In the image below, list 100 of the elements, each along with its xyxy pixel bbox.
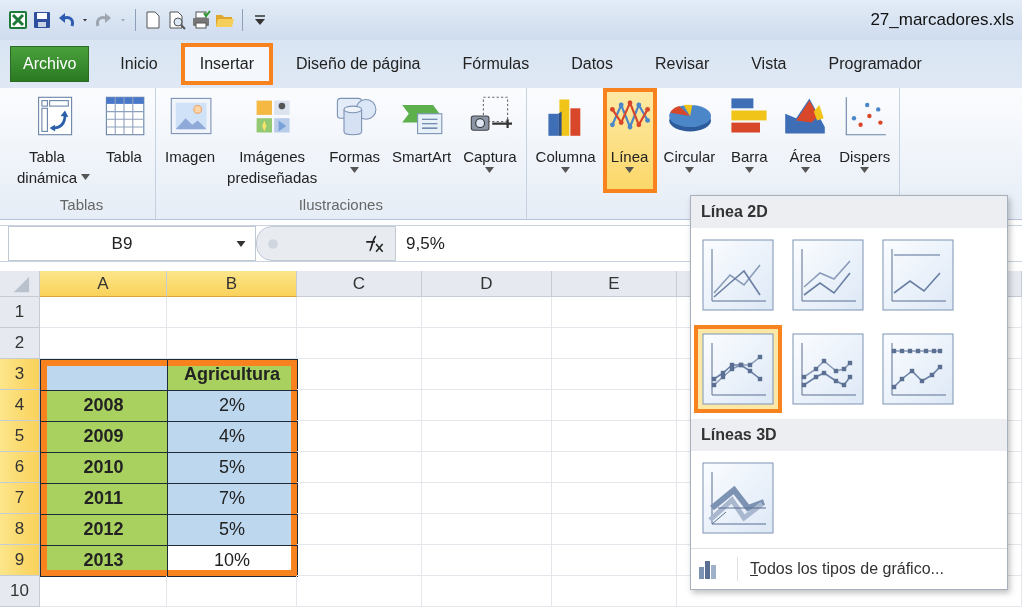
grid-cell[interactable]	[552, 297, 677, 328]
row-header[interactable]: 4	[0, 390, 40, 421]
table-cell: 2008	[39, 389, 168, 422]
ribbon-tab[interactable]: Datos	[552, 43, 632, 85]
ribbon-tab[interactable]: Inicio	[101, 43, 177, 85]
grid-cell[interactable]	[297, 514, 422, 545]
line-chart-icon	[702, 239, 774, 311]
table-cell: 5%	[166, 513, 298, 546]
ribbon-button[interactable]: Imagen	[160, 88, 221, 193]
grid-cell[interactable]	[422, 297, 552, 328]
ribbon-button[interactable]: Tabla	[97, 88, 152, 193]
table-cell: 5%	[166, 451, 298, 484]
row-header[interactable]: 2	[0, 328, 40, 359]
ribbon-button[interactable]: Formas	[324, 88, 385, 193]
grid-cell[interactable]	[552, 452, 677, 483]
row-header[interactable]: 6	[0, 452, 40, 483]
line-chart-icon	[882, 239, 954, 311]
table-cell: 7%	[166, 482, 298, 515]
grid-cell[interactable]	[297, 359, 422, 390]
column-header[interactable]: E	[552, 271, 677, 297]
grid-cell[interactable]	[422, 514, 552, 545]
grid-cell[interactable]	[297, 421, 422, 452]
table-cell: 2011	[39, 482, 168, 515]
row-header[interactable]: 8	[0, 514, 40, 545]
magnifier-page-icon[interactable]	[167, 10, 187, 30]
grid-cell[interactable]	[422, 390, 552, 421]
grid-cell[interactable]	[297, 576, 422, 607]
grid-cell[interactable]	[552, 421, 677, 452]
ribbon-button[interactable]: Dispers	[834, 88, 896, 193]
3d-line-chart-icon	[702, 462, 774, 534]
ribbon-button[interactable]: Área	[778, 88, 833, 193]
file-tab[interactable]: Archivo	[10, 46, 90, 82]
group-label: Ilustraciones	[297, 195, 384, 215]
ribbon-tab[interactable]: Diseño de página	[276, 43, 440, 85]
row-header[interactable]: 1	[0, 297, 40, 328]
grid-cell[interactable]	[552, 328, 677, 359]
grid-cell[interactable]	[422, 359, 552, 390]
ribbon-tab[interactable]: Fórmulas	[443, 43, 549, 85]
ribbon-button[interactable]: Circular	[658, 88, 721, 193]
handle-icon	[267, 237, 279, 250]
table-cell: Agricultura	[166, 358, 298, 391]
column-header[interactable]: B	[167, 271, 297, 297]
select-all-corner[interactable]	[0, 271, 40, 297]
grid-cell[interactable]	[40, 576, 167, 607]
all-chart-types-link[interactable]: Todos los tipos de gráfico...	[737, 557, 944, 581]
excel-logo-icon	[8, 10, 28, 30]
ribbon-tab[interactable]: Insertar	[180, 43, 273, 85]
column-header[interactable]: D	[422, 271, 552, 297]
grid-cell[interactable]	[422, 421, 552, 452]
row-header[interactable]: 9	[0, 545, 40, 576]
grid-cell[interactable]	[297, 483, 422, 514]
ribbon-button[interactable]: Captura	[458, 88, 522, 193]
row-header[interactable]: 3	[0, 359, 40, 390]
grid-cell[interactable]	[167, 576, 297, 607]
grid-cell[interactable]	[552, 576, 677, 607]
grid-cell[interactable]	[167, 297, 297, 328]
printer-icon[interactable]	[191, 10, 211, 30]
column-header[interactable]: C	[297, 271, 422, 297]
grid-cell[interactable]	[422, 452, 552, 483]
name-box[interactable]: B9	[8, 226, 256, 261]
grid-cell[interactable]	[552, 390, 677, 421]
ribbon-tab[interactable]: Vista	[732, 43, 806, 85]
grid-cell[interactable]	[297, 452, 422, 483]
section-header: Líneas 3D	[691, 419, 1007, 451]
ribbon-tab[interactable]: Programador	[809, 43, 941, 85]
row-header[interactable]: 10	[0, 576, 40, 607]
ribbon-button[interactable]: SmartArt	[387, 88, 457, 193]
save-icon[interactable]	[32, 10, 52, 30]
ribbon-button[interactable]: Imágenes prediseñadas	[222, 88, 323, 193]
row-header[interactable]: 7	[0, 483, 40, 514]
grid-cell[interactable]	[552, 514, 677, 545]
row-header[interactable]: 5	[0, 421, 40, 452]
grid-cell[interactable]	[297, 390, 422, 421]
line-chart-icon	[882, 333, 954, 405]
grid-cell[interactable]	[297, 328, 422, 359]
table-cell: 10%	[166, 544, 298, 577]
chart-type-option[interactable]	[694, 325, 782, 413]
grid-cell[interactable]	[422, 576, 552, 607]
ribbon-button[interactable]: Barra	[722, 88, 777, 193]
line-chart-icon	[792, 333, 864, 405]
ribbon-tab[interactable]: Revisar	[636, 43, 729, 85]
grid-cell[interactable]	[422, 328, 552, 359]
group-label: Tablas	[58, 195, 105, 215]
table-cell: 2012	[39, 513, 168, 546]
grid-cell[interactable]	[552, 483, 677, 514]
grid-cell[interactable]	[422, 483, 552, 514]
table-cell: 2010	[39, 451, 168, 484]
grid-cell[interactable]	[297, 297, 422, 328]
ribbon-button[interactable]: Columna	[530, 88, 601, 193]
grid-cell[interactable]	[422, 545, 552, 576]
grid-cell[interactable]	[552, 359, 677, 390]
ribbon-button[interactable]: Línea	[602, 88, 657, 193]
table-cell: 4%	[166, 420, 298, 453]
column-header[interactable]: A	[40, 271, 167, 297]
line-chart-icon	[702, 333, 774, 405]
grid-cell[interactable]	[297, 545, 422, 576]
grid-cell[interactable]	[40, 297, 167, 328]
grid-cell[interactable]	[552, 545, 677, 576]
window-title: 27_marcadores.xls	[870, 9, 1014, 32]
ribbon-button[interactable]: Tabla dinámica	[12, 88, 96, 193]
